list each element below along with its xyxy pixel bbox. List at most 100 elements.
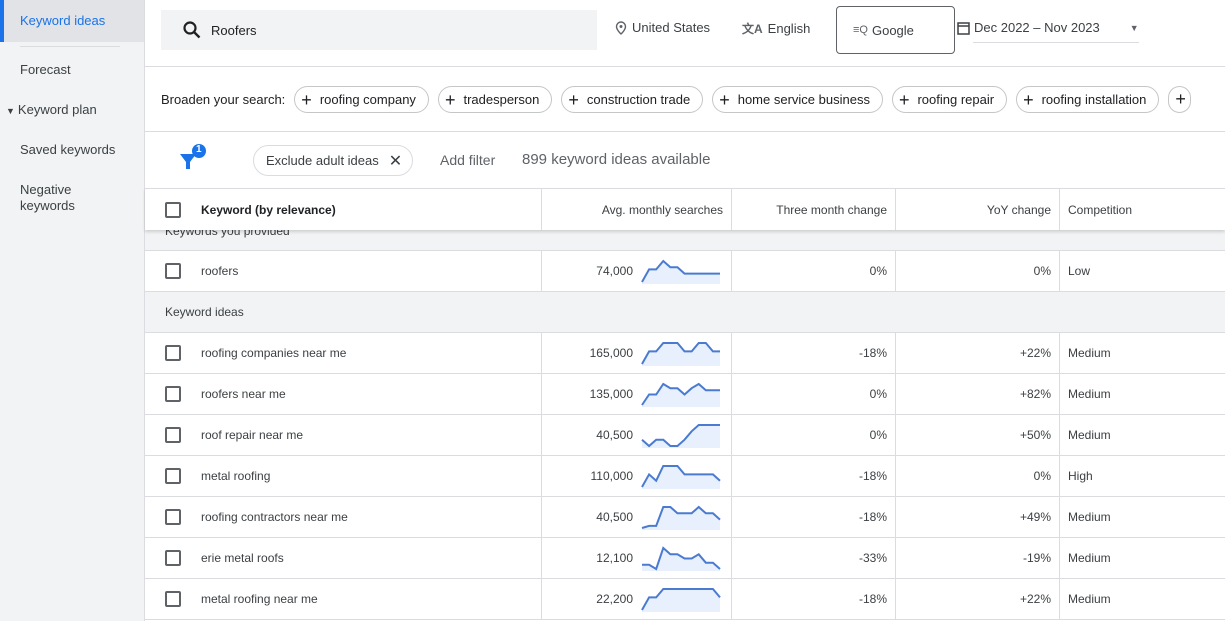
table-row: roof repair near me 40,500 0% +50% Medium — [145, 415, 1225, 456]
broaden-chip[interactable]: + construction trade — [561, 86, 704, 113]
close-icon[interactable]: ✕ — [389, 151, 402, 171]
competition-cell: Medium — [1060, 538, 1225, 578]
table-header: Keyword (by relevance) Avg. monthly sear… — [145, 188, 1225, 230]
row-checkbox[interactable] — [165, 427, 181, 443]
searches-value: 165,000 — [589, 346, 633, 360]
trend-sparkline — [641, 342, 720, 366]
three-month-value: -18% — [858, 510, 887, 524]
location-selector[interactable]: United States — [615, 20, 710, 35]
row-checkbox[interactable] — [165, 509, 181, 525]
trend-sparkline — [641, 259, 720, 284]
broaden-chip[interactable]: + roofing installation — [1016, 86, 1160, 113]
column-keyword[interactable]: Keyword (by relevance) — [145, 189, 542, 230]
broaden-chip[interactable]: + roofing company — [294, 86, 429, 113]
table-row: roofers 74,000 0% 0% Low — [145, 251, 1225, 292]
sidebar-item-saved-keywords[interactable]: Saved keywords — [0, 142, 144, 158]
sidebar-item-keyword-plan[interactable]: ▼ Keyword plan — [0, 102, 144, 119]
search-input[interactable]: Roofers — [161, 10, 597, 50]
yoy-cell: +49% — [896, 497, 1060, 537]
competition-value: Low — [1068, 264, 1091, 278]
plus-icon: + — [568, 89, 579, 110]
language-selector[interactable]: 文A English — [742, 20, 810, 37]
searches-value: 40,500 — [596, 510, 633, 524]
language-label: English — [767, 21, 811, 36]
yoy-value: 0% — [1033, 469, 1051, 483]
broaden-chip[interactable]: + home service business — [712, 86, 883, 113]
competition-cell: High — [1060, 456, 1225, 496]
competition-cell: Medium — [1060, 374, 1225, 414]
three-month-cell: 0% — [732, 374, 896, 414]
trend-sparkline — [641, 588, 721, 612]
broaden-chip[interactable]: + roofing repair — [891, 86, 1008, 113]
three-month-cell: -18% — [732, 497, 896, 537]
sidebar-item-label: Keyword plan — [17, 102, 97, 117]
date-range-label: Dec 2022 – Nov 2023 — [974, 20, 1100, 35]
competition-value: Medium — [1068, 510, 1111, 524]
row-checkbox[interactable] — [165, 345, 181, 361]
plus-icon: + — [1175, 89, 1186, 109]
three-month-value: -18% — [858, 346, 887, 360]
main: Roofers United States 文A English ≡Q Goog… — [145, 0, 1225, 621]
row-checkbox[interactable] — [165, 263, 181, 279]
calendar-icon — [957, 21, 970, 35]
column-three-month-change[interactable]: Three month change — [732, 189, 896, 230]
column-avg-monthly-searches[interactable]: Avg. monthly searches — [542, 189, 732, 230]
avg-searches-cell: 165,000 — [542, 333, 732, 373]
filter-button[interactable]: 1 — [179, 144, 209, 175]
caret-down-icon: ▼ — [6, 106, 15, 116]
translate-icon: 文A — [742, 22, 763, 36]
keyword-text: roofers — [201, 264, 239, 278]
more-chip[interactable]: + — [1168, 86, 1191, 113]
date-range-selector[interactable]: Dec 2022 – Nov 2023 ▼ — [957, 20, 1139, 35]
column-yoy-change[interactable]: YoY change — [896, 189, 1060, 230]
search-icon — [183, 21, 201, 39]
keyword-cell: metal roofing near me — [145, 579, 542, 619]
search-network-icon: ≡Q — [853, 24, 868, 36]
table-row: roofing contractors near me 40,500 -18% +49… — [145, 497, 1225, 538]
plus-icon: + — [898, 89, 910, 110]
sparkline-area — [642, 261, 720, 284]
broaden-chip[interactable]: + tradesperson — [437, 86, 553, 113]
avg-searches-cell: 110,000 — [542, 456, 732, 496]
searches-value: 22,200 — [596, 592, 633, 606]
three-month-cell: 0% — [732, 251, 896, 291]
sparkline-area — [642, 425, 720, 448]
row-checkbox[interactable] — [165, 386, 181, 402]
yoy-value: +50% — [1019, 428, 1051, 442]
divider — [145, 66, 1225, 67]
sparkline-area — [642, 589, 720, 612]
yoy-cell: -19% — [896, 538, 1060, 578]
searches-value: 12,100 — [596, 551, 633, 565]
keyword-cell: roofers near me — [145, 374, 542, 414]
filter-bar: 1 Exclude adult ideas ✕ Add filter 899 k… — [145, 135, 1225, 185]
keyword-cell: metal roofing — [145, 456, 542, 496]
network-label: Google — [871, 22, 914, 38]
three-month-cell: -18% — [732, 456, 896, 496]
row-checkbox[interactable] — [165, 591, 181, 607]
trend-sparkline — [641, 465, 721, 489]
avg-searches-cell: 135,000 — [542, 374, 732, 414]
section-header: Keywords you provided — [145, 229, 1225, 251]
sidebar-item-forecast[interactable]: Forecast — [0, 62, 144, 78]
yoy-value: 0% — [1033, 264, 1051, 278]
sidebar-item-keyword-ideas[interactable]: Keyword ideas — [0, 0, 144, 42]
chip-label: roofing repair — [917, 92, 995, 107]
keyword-text: roofing companies near me — [201, 346, 347, 360]
sidebar-item-negative-keywords[interactable]: Negative keywords — [0, 182, 90, 214]
keyword-cell: roofing contractors near me — [145, 497, 542, 537]
yoy-cell: +22% — [896, 333, 1060, 373]
chip-label: construction trade — [586, 92, 691, 107]
yoy-value: -19% — [1022, 551, 1051, 565]
row-checkbox[interactable] — [165, 468, 181, 484]
yoy-value: +49% — [1019, 510, 1051, 524]
keyword-text: erie metal roofs — [201, 551, 284, 565]
row-checkbox[interactable] — [165, 550, 181, 566]
column-competition[interactable]: Competition — [1060, 189, 1225, 230]
yoy-cell: +82% — [896, 374, 1060, 414]
exclude-adult-ideas-chip[interactable]: Exclude adult ideas ✕ — [253, 145, 414, 176]
yoy-cell: 0% — [896, 456, 1060, 496]
keyword-text: roofing contractors near me — [201, 510, 348, 524]
select-all-checkbox[interactable] — [165, 201, 181, 218]
network-selector[interactable]: ≡Q Google — [836, 6, 955, 54]
add-filter-button[interactable]: Add filter — [440, 152, 495, 168]
